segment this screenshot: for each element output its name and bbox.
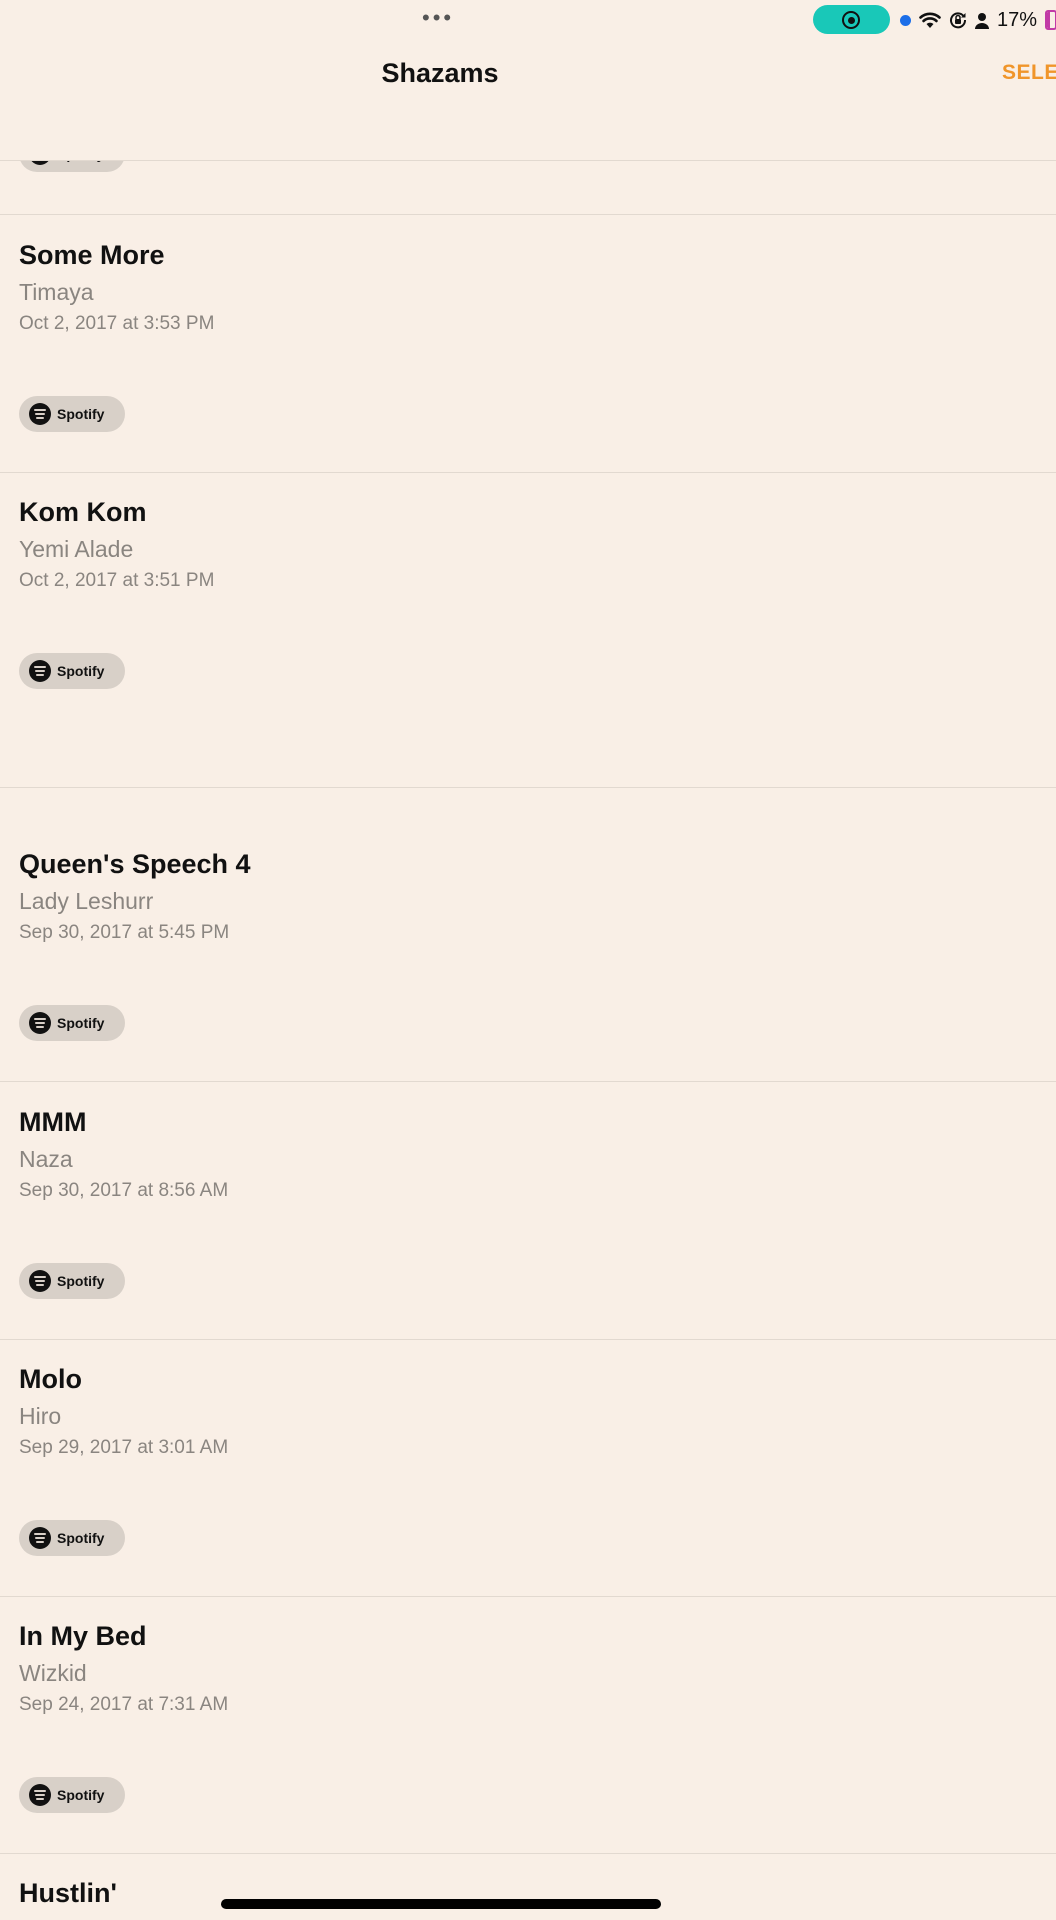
spotify-label: Spotify <box>57 1530 105 1546</box>
list-item[interactable]: MMM Naza Sep 30, 2017 at 8:56 AM Spotify <box>0 1082 1056 1340</box>
status-icons: 17% <box>900 7 1056 33</box>
multitasking-dots-icon[interactable]: ••• <box>422 6 454 30</box>
screen-recording-indicator[interactable] <box>813 5 890 34</box>
list-item[interactable]: Molo Hiro Sep 29, 2017 at 3:01 AM Spotif… <box>0 1339 1056 1597</box>
spotify-button[interactable]: Spotify <box>19 653 125 689</box>
song-title: Molo <box>19 1364 82 1394</box>
battery-percent: 17% <box>997 9 1038 31</box>
song-artist: Wizkid <box>19 1660 87 1686</box>
song-title: Kom Kom <box>19 497 147 527</box>
song-title: Hustlin' <box>19 1878 117 1908</box>
status-bar: ••• 17% <box>0 0 1056 40</box>
spotify-icon <box>29 1784 51 1806</box>
list-item[interactable]: Spotify <box>0 160 1056 215</box>
shazam-date: Sep 30, 2017 at 5:45 PM <box>19 922 230 943</box>
spotify-icon <box>29 1270 51 1292</box>
spotify-button[interactable]: Spotify <box>19 1777 125 1813</box>
rotation-lock-icon <box>950 12 967 29</box>
song-title: Some More <box>19 240 165 270</box>
spotify-button[interactable]: Spotify <box>19 1005 125 1041</box>
song-artist: Naza <box>19 1146 73 1172</box>
list-item[interactable]: In My Bed Wizkid Sep 24, 2017 at 7:31 AM… <box>0 1596 1056 1854</box>
spotify-icon <box>29 1012 51 1034</box>
song-artist: Yemi Alade <box>19 536 134 562</box>
list-item[interactable]: Hustlin' <box>0 1853 1056 1920</box>
shazam-date: Sep 29, 2017 at 3:01 AM <box>19 1437 229 1458</box>
shazam-date: Oct 2, 2017 at 3:51 PM <box>19 570 215 591</box>
song-title: MMM <box>19 1107 87 1137</box>
battery-icon <box>1045 10 1056 30</box>
spotify-button[interactable]: Spotify <box>19 396 125 432</box>
spotify-label: Spotify <box>57 406 105 422</box>
spotify-icon <box>29 660 51 682</box>
song-title: In My Bed <box>19 1621 147 1651</box>
page-title: Shazams <box>381 58 499 88</box>
location-dot-icon <box>900 14 911 26</box>
list-item[interactable]: Some More Timaya Oct 2, 2017 at 3:53 PM … <box>0 215 1056 473</box>
spotify-button[interactable]: Spotify <box>19 160 125 172</box>
song-artist: Lady Leshurr <box>19 888 154 914</box>
home-indicator[interactable] <box>221 1899 661 1909</box>
spotify-label: Spotify <box>57 1273 105 1289</box>
nav-bar: Shazams SELE <box>0 40 1056 161</box>
shazam-date: Oct 2, 2017 at 3:53 PM <box>19 313 215 334</box>
list-item[interactable]: Queen's Speech 4 Lady Leshurr Sep 30, 20… <box>0 788 1056 1082</box>
song-title: Queen's Speech 4 <box>19 849 251 879</box>
person-icon <box>975 12 989 29</box>
shazam-date: Sep 30, 2017 at 8:56 AM <box>19 1180 229 1201</box>
spotify-label: Spotify <box>57 663 105 679</box>
spotify-label: Spotify <box>57 1015 105 1031</box>
select-button[interactable]: SELE <box>1002 59 1056 87</box>
song-artist: Hiro <box>19 1403 62 1429</box>
record-icon <box>842 11 860 29</box>
spotify-icon <box>29 403 51 425</box>
spotify-label: Spotify <box>57 1787 105 1803</box>
wifi-icon <box>919 12 941 28</box>
spotify-button[interactable]: Spotify <box>19 1520 125 1556</box>
list-item[interactable]: Kom Kom Yemi Alade Oct 2, 2017 at 3:51 P… <box>0 472 1056 788</box>
spotify-icon <box>29 1527 51 1549</box>
shazam-date: Sep 24, 2017 at 7:31 AM <box>19 1694 229 1715</box>
song-artist: Timaya <box>19 279 94 305</box>
spotify-button[interactable]: Spotify <box>19 1263 125 1299</box>
